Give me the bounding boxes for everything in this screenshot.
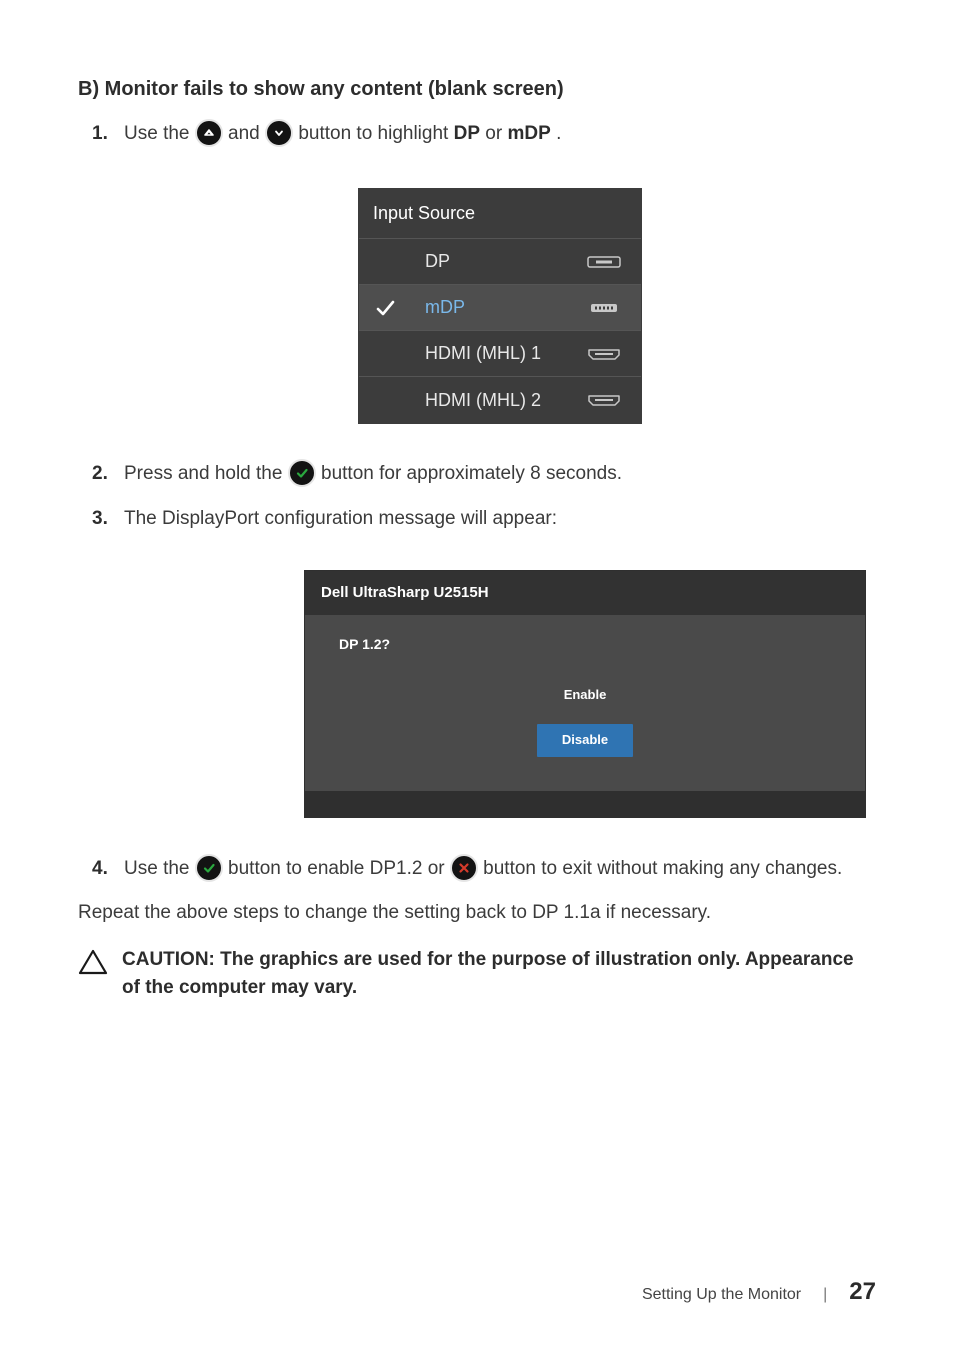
step-number: 2. <box>92 459 108 489</box>
checkmark-icon <box>367 297 403 319</box>
step-text: button to highlight <box>298 123 453 144</box>
step-text: Use the <box>124 123 195 144</box>
mdp-port-icon <box>581 300 627 316</box>
step-number: 4. <box>92 854 108 884</box>
dp-dialog-footer <box>305 791 865 817</box>
hdmi-port-icon <box>581 392 627 408</box>
input-source-menu: Input Source DP mDP <box>359 189 641 423</box>
input-source-row-hdmi1[interactable]: HDMI (MHL) 1 <box>359 331 641 377</box>
caution-block: CAUTION: The graphics are used for the p… <box>78 946 876 1003</box>
dp-config-dialog: Dell UltraSharp U2515H DP 1.2? Enable Di… <box>304 570 866 818</box>
step-number: 3. <box>92 504 108 534</box>
input-source-row-hdmi2[interactable]: HDMI (MHL) 2 <box>359 377 641 423</box>
step-text: and <box>228 123 265 144</box>
input-source-label: mDP <box>403 293 581 322</box>
dp-dialog-title: Dell UltraSharp U2515H <box>305 571 865 615</box>
section-title: B) Monitor fails to show any content (bl… <box>78 78 876 101</box>
step-2: 2. Press and hold the button for approxi… <box>102 459 876 489</box>
check-icon <box>195 854 223 882</box>
page-footer: Setting Up the Monitor | 27 <box>642 1278 876 1306</box>
step-text: button to enable DP1.2 or <box>228 858 450 879</box>
step-number: 1. <box>92 119 108 149</box>
x-icon <box>450 854 478 882</box>
dp-enable-option[interactable]: Enable <box>537 679 633 712</box>
step-1: 1. Use the and button to highlight DP or… <box>102 119 876 423</box>
dp-port-icon <box>581 254 627 270</box>
step-4: 4. Use the button to enable DP1.2 or but… <box>102 854 876 884</box>
down-arrow-icon <box>265 119 293 147</box>
step-text: The DisplayPort configuration message wi… <box>124 508 557 529</box>
step-text: Press and hold the <box>124 463 288 484</box>
hdmi-port-icon <box>581 346 627 362</box>
check-icon <box>288 459 316 487</box>
footer-section-name: Setting Up the Monitor <box>642 1286 801 1304</box>
input-source-label: HDMI (MHL) 1 <box>403 339 581 368</box>
dp-disable-option[interactable]: Disable <box>537 724 633 757</box>
footer-divider: | <box>823 1286 827 1304</box>
page-number: 27 <box>849 1278 876 1306</box>
step-3: 3. The DisplayPort configuration message… <box>102 504 876 818</box>
step-text: button to exit without making any change… <box>483 858 842 879</box>
input-source-row-mdp[interactable]: mDP <box>359 285 641 331</box>
caution-text: CAUTION: The graphics are used for the p… <box>122 946 876 1003</box>
input-source-label: DP <box>403 247 581 276</box>
step-text: or <box>485 123 507 144</box>
step-text: Use the <box>124 858 195 879</box>
input-source-label: HDMI (MHL) 2 <box>403 386 581 415</box>
dp-dialog-question: DP 1.2? <box>321 633 849 655</box>
dp-label: DP <box>454 123 480 144</box>
input-source-row-dp[interactable]: DP <box>359 239 641 285</box>
step-text: . <box>556 123 561 144</box>
mdp-label: mDP <box>507 123 550 144</box>
caution-triangle-icon <box>78 946 108 1003</box>
input-source-title: Input Source <box>359 189 641 239</box>
repeat-instruction: Repeat the above steps to change the set… <box>78 898 876 927</box>
up-arrow-icon <box>195 119 223 147</box>
step-text: button for approximately 8 seconds. <box>321 463 622 484</box>
